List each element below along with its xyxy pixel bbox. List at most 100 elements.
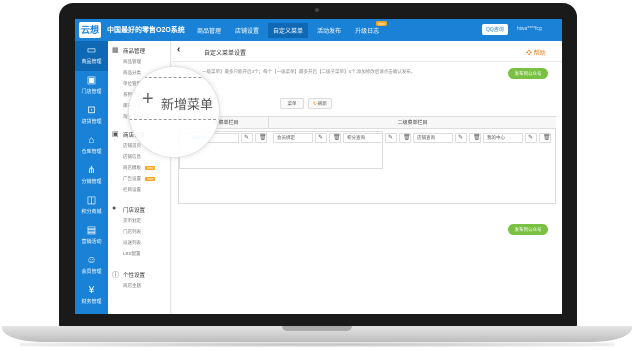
pin-icon: ●: [112, 205, 117, 212]
dashed-line: [129, 77, 219, 78]
sidebar-item-marketing[interactable]: ▤ 营销活动: [75, 221, 108, 251]
tree-icon: ⋔: [87, 165, 96, 176]
sidebar-label: 门店管理: [81, 89, 102, 95]
sidebar-item-members[interactable]: ☺ 会员管理: [75, 251, 108, 281]
sidebar: ▭ 商品管理 ▣ 门店管理 ⊡ 进货管理 ⌂ 仓库管理 ⋔ 分销管理 ◫ 积分商城 ▤ 营销活…: [75, 41, 108, 314]
submenu-item[interactable]: 店铺信息: [123, 154, 141, 160]
submenu-section-goods[interactable]: ▦ 商品管理: [108, 45, 171, 55]
refresh-icon: ↻: [313, 101, 317, 106]
submenu-item[interactable]: 商店主题: [123, 283, 141, 289]
sidebar-item-warehouse[interactable]: ⌂ 仓库管理: [75, 131, 108, 161]
plus-icon: +: [142, 88, 154, 110]
edit-button[interactable]: ✎: [315, 133, 327, 143]
sidebar-item-purchase[interactable]: ⊡ 进货管理: [75, 101, 108, 131]
nav-changelog[interactable]: 升级日志 new: [350, 21, 388, 38]
section-title: 商品管理: [123, 49, 146, 55]
secondary-menu-item[interactable]: 会员绑定: [273, 133, 313, 143]
dashed-line: [129, 119, 219, 120]
edit-icon: ✎: [318, 135, 324, 141]
logo[interactable]: 云想: [79, 22, 101, 38]
sidebar-item-points[interactable]: ◫ 积分商城: [75, 191, 108, 221]
edit-button[interactable]: ✎: [525, 133, 537, 143]
sidebar-label: 营销活动: [81, 239, 102, 245]
sidebar-item-finance[interactable]: ¥ 财务管理: [75, 281, 108, 311]
secondary-menu-item[interactable]: 店铺查询: [413, 133, 453, 143]
nav-label: 升级日志: [355, 29, 380, 35]
submenu-section-outlets[interactable]: ● 门店设置: [108, 204, 171, 214]
store-icon: ▣: [112, 131, 119, 138]
tip-text: 一级菜单】最多只能开启3个；每个【一级菜单】最多开启【二级子菜单】5个;添加修改…: [202, 69, 416, 74]
sidebar-item-goods[interactable]: ▭ 商品管理: [75, 41, 108, 71]
nav-goods[interactable]: 商品管理: [192, 23, 226, 38]
edit-icon: ✎: [388, 135, 394, 141]
submenu-item[interactable]: 派送列表: [123, 240, 141, 246]
help-icon: ❖: [526, 51, 534, 57]
publish-button[interactable]: 发布到公众号: [508, 68, 548, 79]
cart-icon: ⊡: [87, 105, 96, 116]
warehouse-icon: ⌂: [88, 135, 95, 146]
trash-icon: 🗑︎: [543, 135, 551, 141]
new-badge: new: [145, 177, 156, 181]
site-title: 中国最好的零售O2O系统: [107, 27, 185, 34]
edit-icon: ✎: [244, 135, 250, 141]
gift-icon: ▤: [86, 225, 97, 236]
sidebar-label: 进货管理: [81, 119, 102, 125]
submenu-item[interactable]: 商品分类: [123, 70, 141, 76]
menu-item-label: 我的中心: [487, 135, 505, 140]
publish-button-bottom[interactable]: 发布到公众号: [508, 224, 548, 235]
nav-label: 商品管理: [197, 29, 222, 35]
delete-button[interactable]: 🗑︎: [329, 133, 341, 143]
finance-icon: ¥: [88, 285, 95, 296]
trash-icon: 🗑︎: [333, 135, 341, 141]
submenu-item[interactable]: 货币划定: [123, 218, 141, 224]
sidebar-label: 商品管理: [81, 59, 102, 65]
edit-icon: ✎: [528, 135, 534, 141]
shop-icon: ▭: [86, 45, 97, 56]
sidebar-item-distribution[interactable]: ⋔ 分销管理: [75, 161, 108, 191]
divider: [172, 61, 562, 62]
delete-button[interactable]: 🗑︎: [255, 133, 267, 143]
sidebar-label: 会员管理: [81, 269, 102, 275]
submenu-item[interactable]: 店铺首页: [123, 143, 141, 149]
nav-store-settings[interactable]: 店铺设置: [230, 23, 264, 38]
page-title: 自定义菜单设置: [204, 51, 247, 57]
secondary-menu-item[interactable]: 我的中心: [483, 133, 523, 143]
camera-icon: [315, 8, 319, 12]
sidebar-item-stores[interactable]: ▣ 门店管理: [75, 71, 108, 101]
back-icon[interactable]: ‹: [177, 44, 180, 55]
submenu-item[interactable]: 商品管理: [123, 59, 141, 65]
edit-button[interactable]: ✎: [241, 133, 253, 143]
user-menu[interactable]: hiwa****fcg: [517, 26, 542, 32]
points-icon: ◫: [86, 195, 97, 206]
sidebar-label: 积分商城: [81, 209, 102, 215]
trash-icon: 🗑︎: [259, 135, 267, 141]
secondary-menu-item[interactable]: 积分查询: [343, 133, 383, 143]
nav-activity[interactable]: 活动发布: [312, 23, 346, 38]
submenu-item[interactable]: LBS配置: [123, 251, 141, 257]
delete-button[interactable]: 🗑︎: [469, 133, 481, 143]
edit-button[interactable]: ✎: [455, 133, 467, 143]
top-bar: 云想 中国最好的零售O2O系统 商品管理 店铺设置 自定义菜单 活动发布 升级日…: [75, 19, 562, 41]
help-label: 帮助: [533, 51, 546, 57]
add-menu-button[interactable]: 菜单: [280, 98, 304, 109]
laptop-shadow: [20, 342, 614, 347]
submenu-item-label: 广告设置: [123, 176, 141, 181]
submenu-item[interactable]: 门店列表: [123, 229, 141, 235]
delete-button[interactable]: 🗑︎: [539, 133, 551, 143]
menu-table: 一级菜单栏目 二级菜单栏目 会员中心 ✎ 🗑︎ 会员绑定 ✎ 🗑︎ 积分查询 ✎…: [178, 116, 556, 204]
user-icon: ☺: [86, 255, 97, 266]
submenu-section-personal[interactable]: ⓘ 个性设置: [108, 269, 171, 279]
edit-button[interactable]: ✎: [385, 133, 397, 143]
laptop-notch: [282, 326, 352, 331]
delete-button[interactable]: 🗑︎: [399, 133, 411, 143]
nav-custom-menu[interactable]: 自定义菜单: [268, 23, 309, 38]
new-badge: new: [375, 21, 388, 26]
submenu-item[interactable]: 广告设置 new: [123, 176, 156, 182]
qq-consult-button[interactable]: QQ咨询: [482, 24, 508, 35]
submenu-item[interactable]: 栏目设置: [123, 187, 141, 193]
nav-label: 店铺设置: [235, 29, 260, 35]
nav-label: 活动发布: [317, 29, 342, 35]
submenu-item[interactable]: 商店模板 new: [123, 165, 156, 171]
help-link[interactable]: ❖ 帮助: [526, 48, 546, 57]
refresh-button[interactable]: ↻刷新: [308, 98, 332, 109]
